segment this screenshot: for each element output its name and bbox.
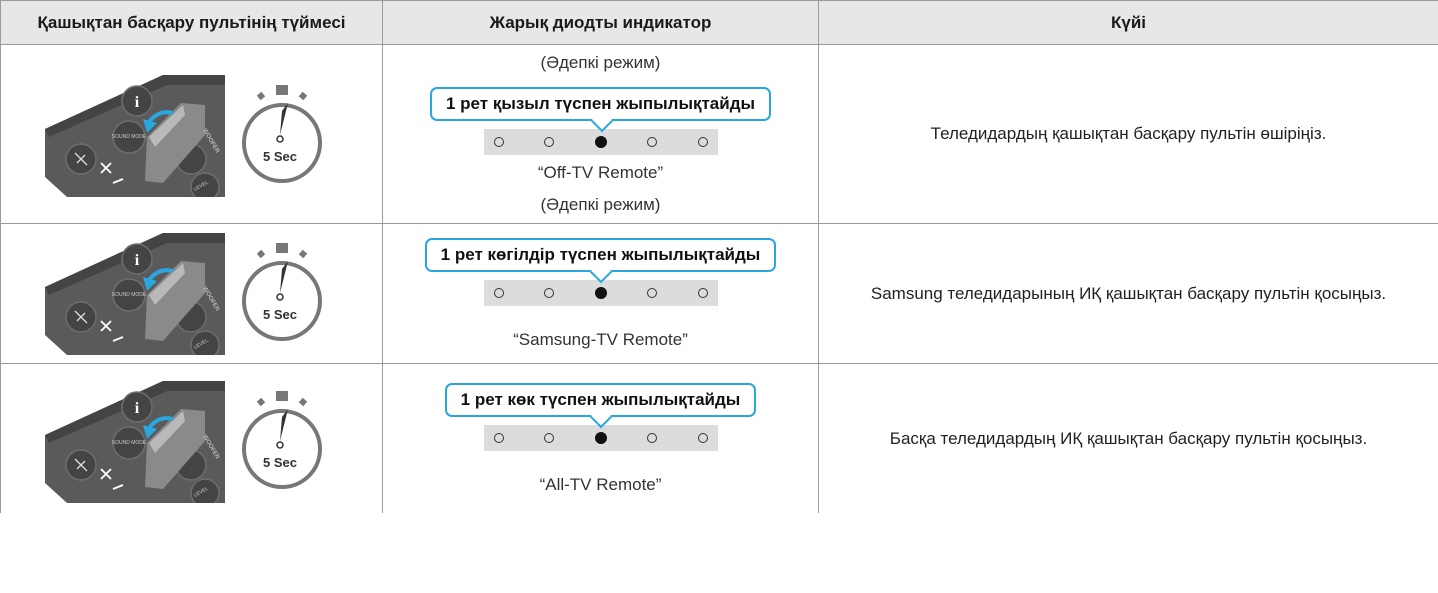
led-dot — [697, 287, 708, 298]
led-dot — [647, 287, 657, 298]
table-row: i SOUND MODE WOOFER LEVEL — [0, 363, 1438, 513]
led-indicator-cell: 1 рет көк түспен жыпылықтайды “All-TV Re… — [382, 363, 819, 513]
remote-button-cell: i SOUND MODE WOOFER LEVEL 5 Sec — [0, 44, 383, 224]
remote-sound-mode-label: SOUND MODE — [112, 440, 147, 446]
table-header-row: Қашықтан басқару пультінің түймесі Жарық… — [0, 0, 1438, 45]
mode-name-label: “Samsung-TV Remote” — [513, 329, 688, 349]
remote-settings-table: Қашықтан басқару пультінің түймесі Жарық… — [0, 0, 1438, 513]
remote-button-cell: i SOUND MODE WOOFER LEVEL 5 Sec — [0, 223, 383, 364]
remote-control-illustration: i SOUND MODE WOOFER LEVEL — [45, 233, 225, 355]
timer-icon: 5 Sec — [242, 243, 322, 341]
default-mode-label: (Әдепкі режим) — [540, 195, 661, 214]
header-remote-button: Қашықтан басқару пультінің түймесі — [0, 0, 383, 45]
status-cell: Теледидардың қашықтан басқару пультін өш… — [818, 44, 1438, 224]
default-mode-label: (Әдепкі режим) — [540, 53, 661, 72]
timer-icon: 5 Sec — [242, 85, 322, 183]
led-blink-callout: 1 рет көк түспен жыпылықтайды — [444, 382, 757, 417]
remote-button-cell: i SOUND MODE WOOFER LEVEL 5 Sec — [0, 363, 383, 513]
table-row: i SOUND MODE WOOFER LEVEL — [0, 223, 1438, 364]
led-bar — [483, 129, 718, 155]
led-dot — [493, 137, 504, 147]
led-dot-active — [594, 286, 607, 299]
led-dot — [697, 137, 708, 147]
timer-icon: 5 Sec — [242, 391, 322, 489]
remote-control-illustration: i SOUND MODE WOOFER LEVEL — [45, 75, 225, 197]
led-dot — [647, 432, 657, 443]
led-dot — [697, 432, 708, 443]
remote-info-label: i — [135, 94, 140, 111]
led-indicator-cell: 1 рет көгілдір түспен жыпылықтайды “Sams… — [382, 223, 819, 364]
status-cell: Samsung теледидарының ИҚ қашықтан басқар… — [818, 223, 1438, 364]
header-status: Күйі — [818, 0, 1438, 45]
remote-sound-mode-label: SOUND MODE — [112, 292, 147, 298]
remote-info-label: i — [135, 400, 140, 417]
led-dot — [544, 432, 554, 443]
led-dot — [544, 137, 554, 147]
timer-label: 5 Sec — [263, 455, 297, 470]
remote-sound-mode-label: SOUND MODE — [112, 134, 147, 140]
led-dot-active — [594, 136, 607, 148]
led-dot-active — [594, 431, 607, 444]
mode-name-label: “Off-TV Remote” — [537, 163, 664, 182]
remote-info-label: i — [135, 252, 140, 269]
led-blink-callout: 1 рет қызыл түспен жыпылықтайды — [429, 87, 772, 121]
header-led-indicator: Жарық диодты индикатор — [382, 0, 819, 45]
led-dot — [647, 137, 657, 147]
mode-name-label: “All-TV Remote” — [539, 474, 662, 494]
timer-label: 5 Sec — [263, 307, 297, 322]
timer-label: 5 Sec — [263, 149, 297, 164]
led-dot — [544, 287, 554, 298]
remote-control-illustration: i SOUND MODE WOOFER LEVEL — [45, 381, 225, 503]
table-row: i SOUND MODE WOOFER LEVEL — [0, 44, 1438, 224]
status-cell: Басқа теледидардың ИҚ қашықтан басқару п… — [818, 363, 1438, 513]
led-dot — [493, 287, 504, 298]
led-blink-callout: 1 рет көгілдір түспен жыпылықтайды — [424, 237, 777, 272]
led-dot — [493, 432, 504, 443]
led-indicator-cell: (Әдепкі режим) 1 рет қызыл түспен жыпылы… — [382, 44, 819, 224]
